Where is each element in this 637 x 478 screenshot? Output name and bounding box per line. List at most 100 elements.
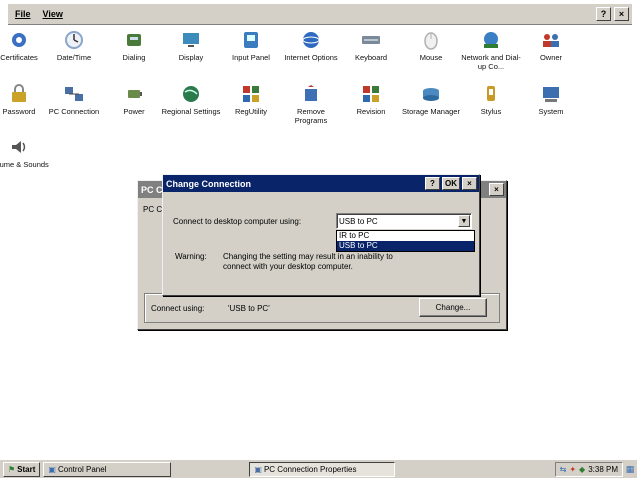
icon-item-system[interactable]: System [520, 83, 582, 116]
storage-manager-icon [420, 83, 442, 105]
view-menu[interactable]: View [38, 9, 68, 19]
icon-item-network[interactable]: Network and Dial-up Co... [460, 29, 522, 71]
icon-item-internet-options[interactable]: Internet Options [280, 29, 342, 62]
dialog-help-button[interactable]: ? [425, 177, 440, 190]
icon-item-mouse[interactable]: Mouse [400, 29, 462, 62]
icon-label: Password [2, 107, 36, 116]
dialog-titlebar[interactable]: Change Connection ? OK × [163, 175, 479, 192]
warning-text-line-2: connect with your desktop computer. [223, 262, 353, 271]
icon-label: Regional Settings [161, 107, 221, 116]
regutility-icon [240, 83, 262, 105]
icon-label: Mouse [419, 53, 443, 62]
connection-type-list[interactable]: IR to PC USB to PC [336, 230, 475, 252]
option-ir-to-pc[interactable]: IR to PC [337, 231, 474, 241]
screen: File View ? × Certificates Date/Time Diali… [0, 0, 637, 478]
icon-item-display[interactable]: Display [160, 29, 222, 62]
pc-connection-icon [63, 83, 85, 105]
icon-label: Date/Time [56, 53, 92, 62]
icon-label: System [538, 107, 564, 116]
icon-item-pc-connection[interactable]: PC Connection [43, 83, 105, 116]
icon-label: Network and Dial-up Co... [461, 53, 521, 71]
system-tray: ⇆ ✦ ◆ 3:38 PM [554, 461, 623, 477]
icon-item-remove-programs[interactable]: Remove Programs [280, 83, 342, 125]
remove-programs-icon [300, 83, 322, 105]
icon-item-storage-manager[interactable]: Storage Manager [400, 83, 462, 116]
change-button[interactable]: Change... [419, 298, 487, 317]
menu-bar: File View ? × [8, 4, 632, 25]
system-icon [540, 83, 562, 105]
help-button[interactable]: ? [596, 7, 611, 21]
close-button[interactable]: × [614, 7, 629, 21]
taskbar-pc-connection-label: PC Connection Properties [263, 464, 357, 474]
dialing-icon [123, 29, 145, 51]
icon-label: RegUtility [234, 107, 268, 116]
show-desktop-icon[interactable]: ▦ [624, 462, 636, 477]
icon-label: Storage Manager [402, 107, 460, 116]
icon-item-revision[interactable]: Revision [340, 83, 402, 116]
icon-item-dialing[interactable]: Dialing [103, 29, 165, 62]
connect-to-desktop-label: Connect to desktop computer using: [173, 217, 302, 226]
internet-options-icon [300, 29, 322, 51]
option-usb-to-pc[interactable]: USB to PC [337, 241, 474, 251]
connection-icon[interactable]: ⇆ [560, 465, 567, 474]
icon-item-regional-settings[interactable]: Regional Settings [160, 83, 222, 116]
taskbar-control-panel[interactable]: ▣ Control Panel [43, 461, 172, 477]
date-time-icon [63, 29, 85, 51]
icon-item-power[interactable]: Power [103, 83, 165, 116]
connection-type-combo[interactable]: USB to PC ▼ [336, 213, 472, 229]
icon-label: Owner [539, 53, 563, 62]
icon-label: Input Panel [232, 53, 270, 62]
icon-item-volume-sounds[interactable]: Volume & Sounds [0, 136, 50, 169]
icon-item-owner[interactable]: Owner [520, 29, 582, 62]
start-label: Start [17, 464, 36, 474]
password-icon [8, 83, 30, 105]
taskbar-control-panel-label: Control Panel [57, 464, 107, 474]
icon-item-input-panel[interactable]: Input Panel [220, 29, 282, 62]
pc-window-close-button[interactable]: × [489, 183, 504, 196]
taskbar-pc-connection[interactable]: ▣ PC Connection Properties [249, 461, 396, 477]
sync-icon[interactable]: ◆ [579, 465, 585, 474]
clock[interactable]: 3:38 PM [588, 465, 618, 474]
dialog-ok-button[interactable]: OK [442, 177, 460, 190]
file-menu[interactable]: File [10, 9, 36, 19]
pc-connection-icon: ▣ [254, 464, 262, 474]
icon-label: Stylus [480, 107, 502, 116]
change-connection-dialog: Change Connection ? OK × Connect to desk… [162, 174, 480, 296]
revision-icon [360, 83, 382, 105]
control-panel-icon: ▣ [48, 464, 56, 474]
icon-label: Keyboard [354, 53, 388, 62]
icon-label: Volume & Sounds [0, 160, 49, 169]
icon-item-date-time[interactable]: Date/Time [43, 29, 105, 62]
mouse-icon [420, 29, 442, 51]
keyboard-icon [360, 29, 382, 51]
network-icon[interactable]: ✦ [569, 465, 576, 474]
power-icon [123, 83, 145, 105]
icon-label: PC Connection [48, 107, 100, 116]
icon-label: Revision [356, 107, 386, 116]
regional-settings-icon [180, 83, 202, 105]
taskbar: ⚑ Start ▣ Control Panel ▣ PC Connection … [0, 459, 637, 478]
volume-sounds-icon [8, 136, 30, 158]
icon-item-regutility[interactable]: RegUtility [220, 83, 282, 116]
dialog-title: Change Connection [166, 178, 251, 189]
icon-item-keyboard[interactable]: Keyboard [340, 29, 402, 62]
icon-label: Certificates [0, 53, 38, 62]
icon-label: Display [178, 53, 204, 62]
combo-value: USB to PC [339, 216, 378, 226]
icon-label: Power [123, 107, 145, 116]
icon-label: Internet Options [284, 53, 338, 62]
warning-text-line-1: Changing the setting may result in an in… [223, 252, 393, 261]
icon-label: Remove Programs [294, 107, 328, 125]
display-icon [180, 29, 202, 51]
icon-item-stylus[interactable]: Stylus [460, 83, 522, 116]
connect-using-label: Connect using: [151, 304, 205, 313]
dialog-close-button[interactable]: × [462, 177, 477, 190]
connect-using-value: 'USB to PC' [228, 304, 270, 313]
stylus-icon [480, 83, 502, 105]
start-icon: ⚑ [8, 464, 16, 474]
chevron-down-icon[interactable]: ▼ [458, 215, 470, 227]
start-button[interactable]: ⚑ Start [3, 461, 41, 477]
pc-window-tab-label[interactable]: PC C [143, 205, 162, 214]
owner-icon [540, 29, 562, 51]
network-icon [480, 29, 502, 51]
